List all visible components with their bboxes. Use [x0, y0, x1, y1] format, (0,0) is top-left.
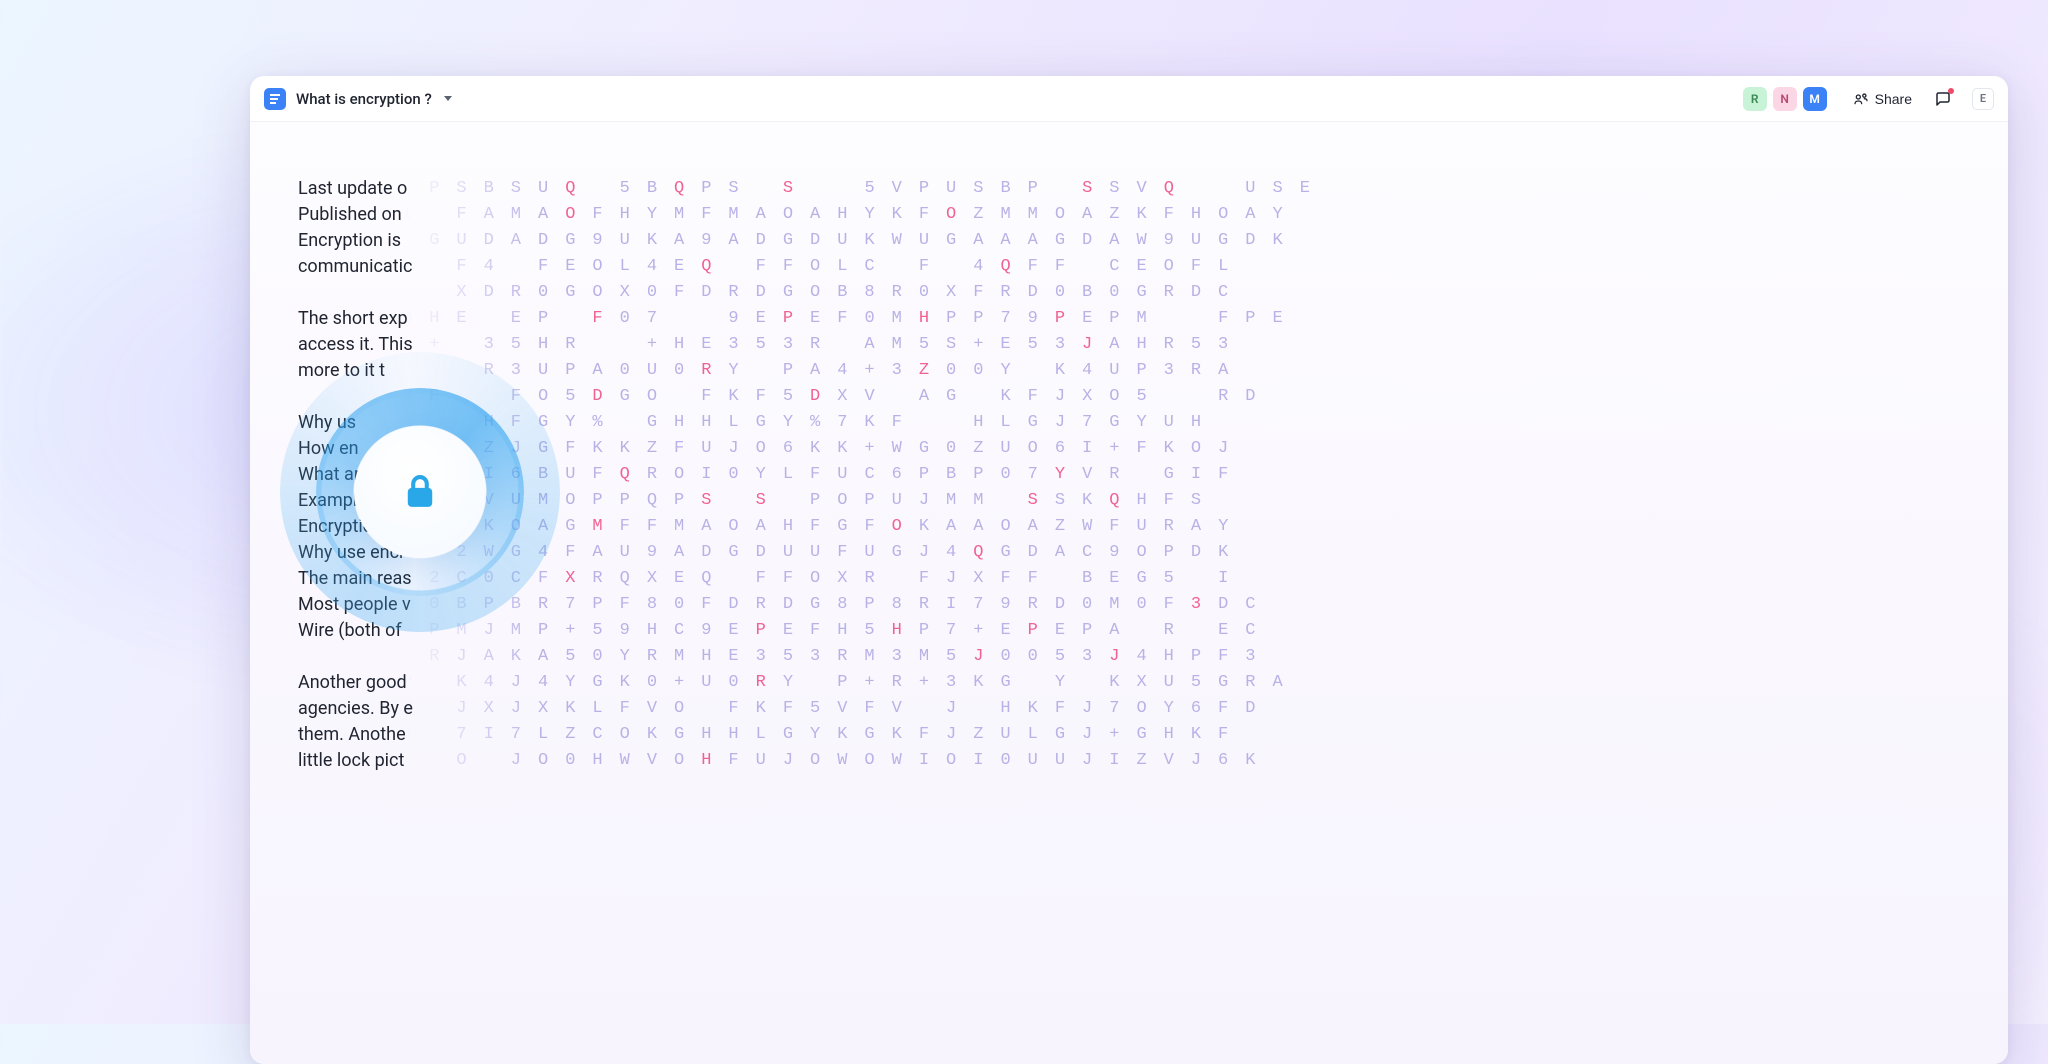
comments-button[interactable] — [1930, 86, 1956, 112]
share-label: Share — [1875, 91, 1912, 107]
document-icon — [264, 88, 286, 110]
app-window: What is encryption ? RNM Share E PSBSUQ … — [250, 76, 2008, 1064]
avatar[interactable]: M — [1803, 87, 1827, 111]
chevron-down-icon[interactable] — [444, 96, 452, 101]
lock-icon — [354, 426, 486, 558]
avatar[interactable]: R — [1743, 87, 1767, 111]
titlebar: What is encryption ? RNM Share E — [250, 76, 2008, 122]
share-button[interactable]: Share — [1845, 87, 1920, 111]
editor-badge[interactable]: E — [1972, 88, 1994, 110]
avatar-stack: RNM — [1743, 87, 1827, 111]
notification-badge — [1948, 88, 1954, 94]
avatar[interactable]: N — [1773, 87, 1797, 111]
document-body: Last update o Published on Encryption is… — [298, 176, 1308, 774]
lock-illustration — [280, 352, 560, 632]
document-title[interactable]: What is encryption ? — [296, 90, 432, 108]
cipher-overlay: PSBSUQ 5BQPS S 5VPUSBP SSVQ USE I FAMAOF… — [402, 176, 1998, 774]
share-icon — [1853, 91, 1869, 107]
editor-canvas: PSBSUQ 5BQPS S 5VPUSBP SSVQ USE I FAMAOF… — [250, 122, 2008, 1064]
